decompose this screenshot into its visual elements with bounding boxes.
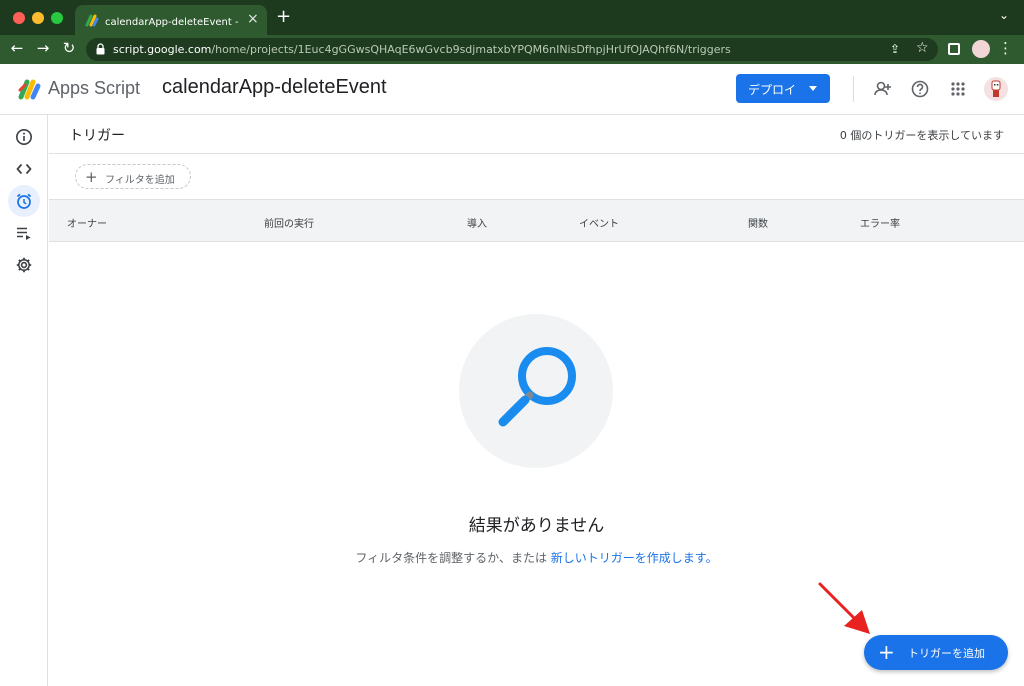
create-trigger-link[interactable]: 新しいトリガーを作成します。 bbox=[551, 551, 718, 565]
empty-state-hint: フィルタ条件を調整するか、または bbox=[355, 551, 551, 565]
apps-script-favicon-icon bbox=[85, 14, 99, 27]
forward-icon[interactable]: → bbox=[33, 39, 53, 57]
nav-executions[interactable] bbox=[8, 217, 40, 249]
tab-close-icon[interactable]: × bbox=[247, 11, 259, 27]
plus-icon: + bbox=[878, 640, 895, 664]
header-divider bbox=[853, 76, 854, 102]
trigger-count-text: 0 個のトリガーを表示しています bbox=[839, 129, 1004, 142]
nav-triggers[interactable] bbox=[8, 185, 40, 217]
code-icon bbox=[16, 163, 32, 175]
divider bbox=[49, 153, 1024, 154]
alarm-clock-icon bbox=[16, 193, 32, 209]
info-icon bbox=[16, 129, 32, 145]
avatar-illustration-icon bbox=[991, 80, 1001, 97]
column-error-rate[interactable]: エラー率 bbox=[860, 215, 900, 230]
playlist-play-icon bbox=[17, 227, 31, 240]
chevron-down-icon bbox=[809, 86, 817, 91]
browser-menu-icon[interactable]: ⋮ bbox=[998, 39, 1013, 57]
magnifier-icon bbox=[498, 347, 576, 427]
nav-settings[interactable] bbox=[8, 249, 40, 281]
browser-toolbar: ← → ↻ script.google.com/home/projects/1E… bbox=[0, 35, 1024, 64]
url-path: /home/projects/1Euc4gGGwsQHAqE6wGvcb9sdj… bbox=[211, 43, 731, 56]
app-window: calendarApp-deleteEvent - プロ × + ⌄ ← → ↻… bbox=[0, 0, 1024, 686]
side-panel-icon[interactable] bbox=[948, 43, 960, 55]
tab-title: calendarApp-deleteEvent - プロ bbox=[105, 17, 243, 28]
new-tab-icon[interactable]: + bbox=[276, 6, 291, 27]
add-filter-label: フィルタを追加 bbox=[105, 175, 175, 186]
back-icon[interactable]: ← bbox=[7, 39, 27, 57]
share-person-add-icon[interactable] bbox=[872, 78, 894, 100]
reload-icon[interactable]: ↻ bbox=[59, 39, 79, 57]
google-apps-grid-icon[interactable] bbox=[947, 78, 969, 100]
tab-search-chevron-icon[interactable]: ⌄ bbox=[999, 8, 1009, 22]
column-function[interactable]: 関数 bbox=[748, 215, 768, 230]
deploy-button[interactable]: デプロイ bbox=[736, 74, 830, 103]
nav-overview[interactable] bbox=[8, 121, 40, 153]
browser-profile-avatar[interactable] bbox=[972, 40, 990, 58]
column-deployment[interactable]: 導入 bbox=[467, 215, 487, 230]
browser-tab[interactable]: calendarApp-deleteEvent - プロ × bbox=[75, 5, 267, 35]
gear-icon bbox=[16, 257, 32, 273]
column-event[interactable]: イベント bbox=[579, 215, 619, 230]
app-header: Apps Script calendarApp-deleteEvent デプロイ bbox=[0, 64, 1024, 115]
nav-editor[interactable] bbox=[8, 153, 40, 185]
red-arrow-annotation bbox=[818, 582, 870, 634]
empty-state-title: 結果がありません bbox=[468, 516, 605, 536]
help-icon[interactable] bbox=[909, 78, 931, 100]
table-header: オーナー 前回の実行 導入 イベント 関数 エラー率 bbox=[49, 199, 1024, 242]
empty-state-text: フィルタ条件を調整するか、または 新しいトリガーを作成します。 bbox=[49, 549, 1024, 566]
deploy-button-label: デプロイ bbox=[748, 83, 797, 97]
empty-state-illustration bbox=[459, 314, 613, 468]
page-title: トリガー bbox=[69, 128, 125, 144]
browser-tab-strip: calendarApp-deleteEvent - プロ × + ⌄ bbox=[0, 0, 1024, 35]
url-host: script.google.com bbox=[113, 43, 212, 56]
column-last-run[interactable]: 前回の実行 bbox=[264, 215, 314, 230]
address-bar[interactable]: script.google.com/home/projects/1Euc4gGG… bbox=[86, 38, 938, 61]
lock-icon bbox=[96, 43, 105, 55]
plus-icon: + bbox=[85, 168, 98, 186]
left-nav-rail bbox=[0, 115, 48, 686]
minimize-window-button[interactable] bbox=[32, 12, 44, 24]
url-text: script.google.com/home/projects/1Euc4gGG… bbox=[113, 43, 731, 56]
user-avatar[interactable] bbox=[984, 77, 1008, 101]
column-owner[interactable]: オーナー bbox=[67, 215, 107, 230]
apps-script-logo bbox=[18, 79, 41, 100]
share-icon[interactable]: ⇪ bbox=[890, 42, 900, 56]
bookmark-star-icon[interactable]: ☆ bbox=[916, 40, 929, 56]
add-trigger-button[interactable]: + トリガーを追加 bbox=[864, 635, 1008, 670]
add-trigger-label: トリガーを追加 bbox=[908, 647, 985, 660]
app-name: Apps Script bbox=[48, 78, 141, 98]
close-window-button[interactable] bbox=[13, 12, 25, 24]
zoom-window-button[interactable] bbox=[51, 12, 63, 24]
project-title[interactable]: calendarApp-deleteEvent bbox=[162, 76, 387, 99]
add-filter-chip[interactable]: + フィルタを追加 bbox=[75, 164, 191, 189]
